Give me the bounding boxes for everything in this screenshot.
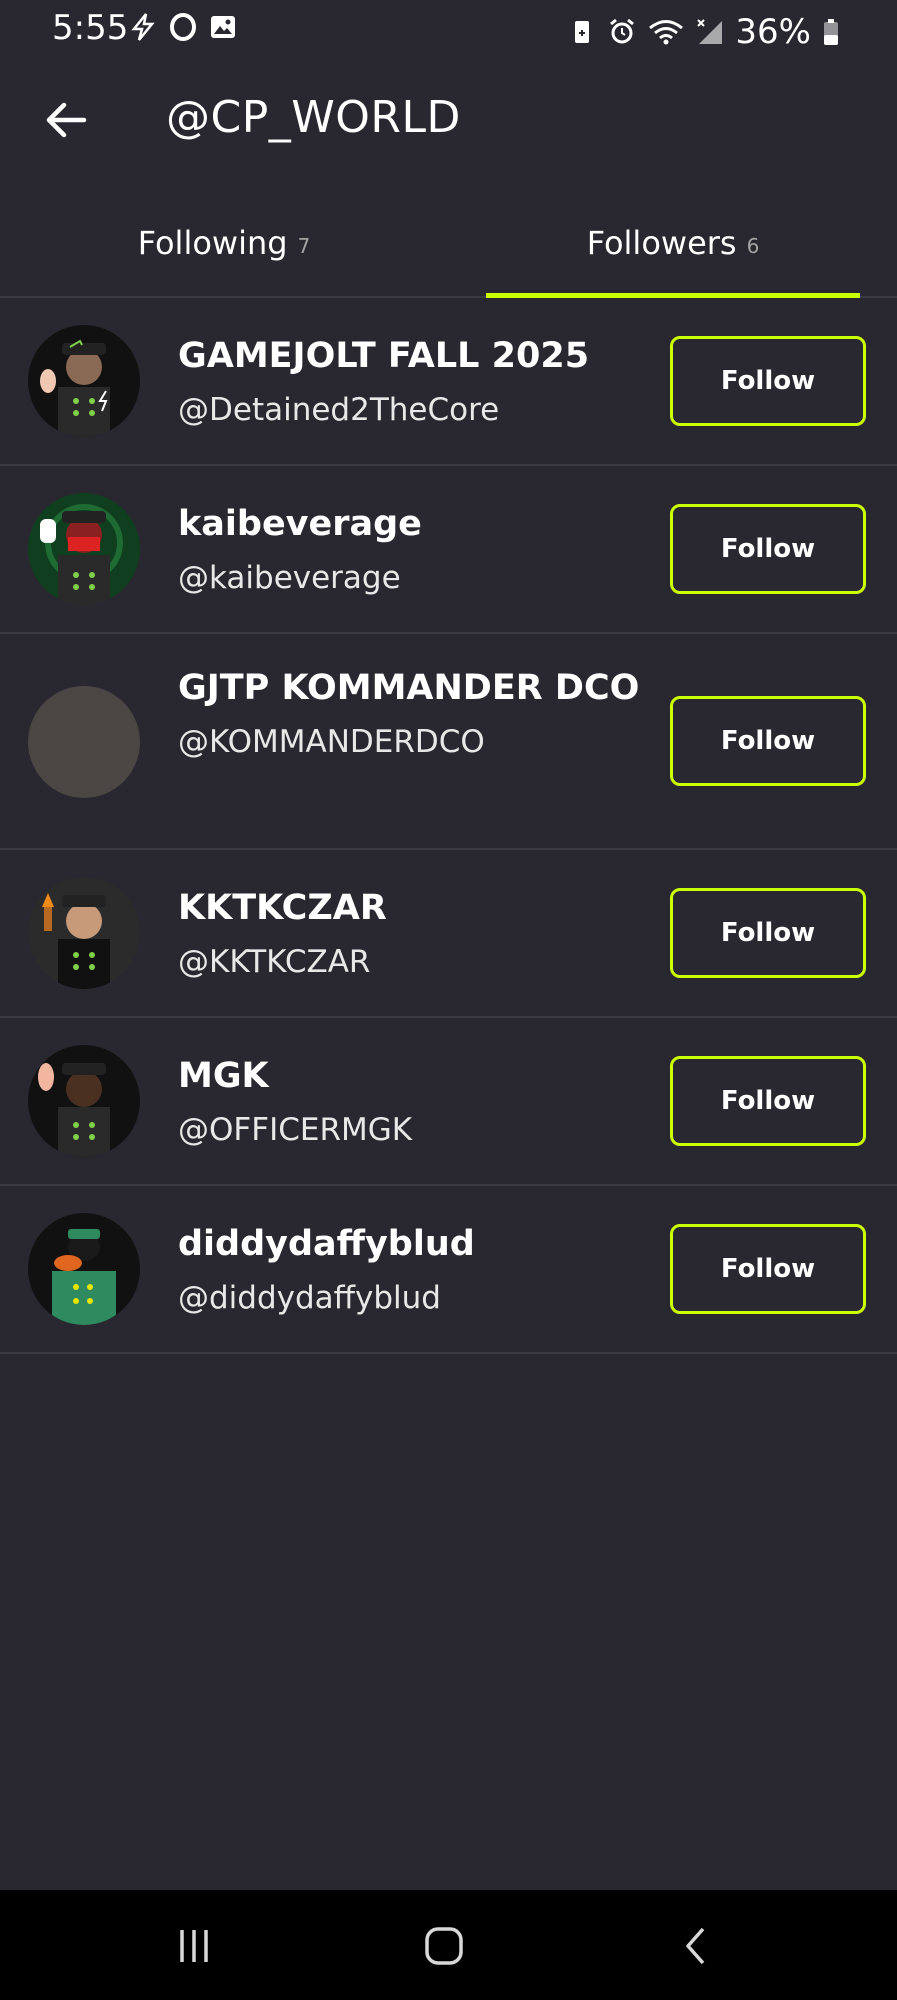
user-handle: @Detained2TheCore [178, 392, 500, 428]
user-handle: @kaibeverage [178, 560, 401, 596]
user-handle: @KOMMANDERDCO [178, 724, 485, 760]
signal-icon [697, 19, 723, 44]
battery-saver-icon [575, 21, 590, 43]
recents-icon [180, 1930, 208, 1962]
tab-bar: Following 7 Followers 6 [0, 190, 897, 298]
avatar[interactable] [28, 686, 140, 798]
tab-following[interactable]: Following 7 [0, 190, 448, 296]
opera-icon [170, 13, 196, 41]
display-name: GJTP KOMMANDER DCO [178, 668, 640, 708]
user-handle: @diddydaffyblud [178, 1280, 441, 1316]
follow-button[interactable]: Follow [670, 1224, 866, 1314]
follow-button[interactable]: Follow [670, 696, 866, 786]
display-name: KKTKCZAR [178, 888, 387, 928]
home-icon [425, 1927, 463, 1965]
tab-followers-label: Followers [586, 224, 737, 262]
display-name: kaibeverage [178, 504, 422, 544]
tab-followers-count: 6 [746, 234, 760, 258]
list-item[interactable]: KKTKCZAR @KKTKCZAR Follow [0, 850, 897, 1018]
user-handle: @OFFICERMGK [178, 1112, 413, 1148]
followers-list: GAMEJOLT FALL 2025 @Detained2TheCore Fol… [0, 298, 897, 1354]
app-header: @CP_WORLD [0, 70, 897, 170]
arrow-left-icon [46, 102, 87, 138]
list-item[interactable]: MGK @OFFICERMGK Follow [0, 1018, 897, 1186]
battery-percent: 36% [735, 12, 811, 52]
follow-button[interactable]: Follow [670, 336, 866, 426]
tab-followers[interactable]: Followers 6 [449, 190, 897, 296]
follow-button[interactable]: Follow [670, 888, 866, 978]
avatar[interactable] [28, 493, 140, 605]
list-item[interactable]: GAMEJOLT FALL 2025 @Detained2TheCore Fol… [0, 298, 897, 466]
status-time: 5:55 [52, 8, 129, 48]
back-chevron-icon [686, 1927, 705, 1965]
avatar[interactable] [28, 1045, 140, 1157]
battery-icon [824, 19, 838, 45]
page-title: @CP_WORLD [166, 92, 461, 143]
display-name: MGK [178, 1056, 269, 1096]
avatar[interactable] [28, 1213, 140, 1325]
bolt-icon [131, 13, 155, 41]
follow-button[interactable]: Follow [670, 504, 866, 594]
avatar[interactable] [28, 325, 140, 437]
display-name: diddydaffyblud [178, 1224, 475, 1264]
list-item[interactable]: kaibeverage @kaibeverage Follow [0, 466, 897, 634]
user-handle: @KKTKCZAR [178, 944, 371, 980]
back-button[interactable] [36, 90, 96, 150]
system-nav-bar [0, 1890, 897, 2000]
follow-button[interactable]: Follow [670, 1056, 866, 1146]
tab-following-count: 7 [297, 234, 311, 258]
recents-button[interactable] [164, 1918, 224, 1974]
list-item[interactable]: diddydaffyblud @diddydaffyblud Follow [0, 1186, 897, 1354]
list-item[interactable]: GJTP KOMMANDER DCO @KOMMANDERDCO Follow [0, 634, 897, 850]
display-name: GAMEJOLT FALL 2025 [178, 336, 590, 376]
wifi-icon [649, 20, 684, 45]
alarm-icon [610, 18, 635, 44]
home-button[interactable] [414, 1918, 474, 1974]
nav-back-button[interactable] [666, 1918, 726, 1974]
gallery-icon [211, 16, 235, 38]
avatar[interactable] [28, 877, 140, 989]
status-bar: 5:55 36% [0, 0, 897, 60]
tab-following-label: Following [137, 224, 288, 262]
